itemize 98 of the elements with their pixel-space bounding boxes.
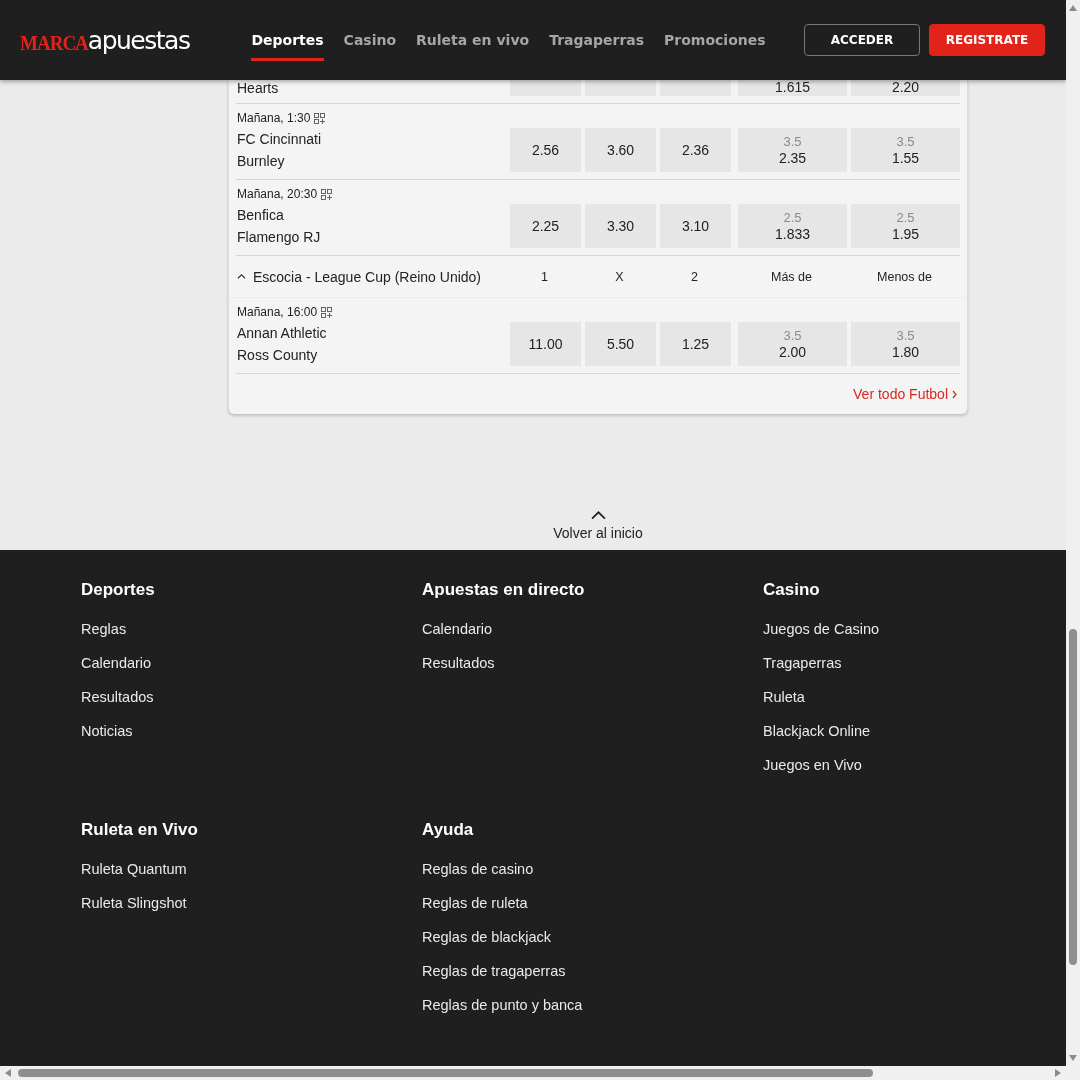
odds-button[interactable]: 2.56	[510, 128, 581, 172]
team-name: Benfica	[237, 206, 285, 225]
footer-link[interactable]: Blackjack Online	[763, 722, 1066, 756]
match-time: Mañana, 20:30	[237, 187, 318, 201]
odds-button[interactable]: 3.5 1.55	[851, 128, 960, 172]
see-all-link[interactable]: Ver todo Futbol	[853, 386, 957, 402]
scroll-thumb[interactable]	[18, 1069, 873, 1077]
scroll-left-icon[interactable]	[4, 1068, 12, 1078]
goal-line: 3.5	[783, 327, 802, 344]
odds-button[interactable]: 3.30	[585, 204, 656, 248]
grid-plus-icon	[314, 112, 326, 124]
column-header: Menos de	[876, 269, 933, 284]
odds-button[interactable]: 3.5 2.00	[738, 322, 847, 366]
goal-line: 3.5	[783, 133, 802, 150]
horizontal-scrollbar[interactable]	[0, 1066, 1066, 1080]
footer-heading: Ruleta en Vivo	[81, 820, 199, 841]
vertical-scrollbar[interactable]	[1066, 0, 1080, 1066]
scroll-right-icon[interactable]	[1054, 1068, 1062, 1078]
team-name: Ross County	[237, 346, 319, 365]
goal-line: 3.5	[896, 133, 915, 150]
footer-heading: Casino	[763, 580, 821, 601]
odds-price: 1.80	[891, 343, 920, 361]
scroll-down-icon[interactable]	[1068, 1054, 1078, 1062]
column-header: Más de	[770, 269, 813, 284]
column-header: 2	[690, 269, 699, 284]
footer-link[interactable]: Tragaperras	[763, 654, 1066, 688]
footer-link[interactable]: Reglas de blackjack	[422, 928, 763, 962]
nav-tab[interactable]: Deportes	[251, 0, 324, 61]
footer-link[interactable]: Reglas de casino	[422, 860, 763, 894]
column-header: X	[614, 269, 625, 284]
footer-link[interactable]: Juegos de Casino	[763, 620, 1066, 654]
odds-button[interactable]: 3.5 2.35	[738, 128, 847, 172]
odds-button[interactable]	[585, 80, 656, 96]
footer-link[interactable]: Calendario	[422, 620, 763, 654]
chevron-right-icon	[952, 389, 957, 399]
nav-tab[interactable]: Promociones	[664, 0, 766, 80]
odds-button[interactable]: 3.10	[660, 204, 731, 248]
odds-price: 2.20	[891, 79, 920, 96]
footer-link[interactable]: Juegos en Vivo	[763, 756, 1066, 790]
nav-tab[interactable]: Ruleta en vivo	[416, 0, 530, 80]
odds-button[interactable]: 1.615	[738, 80, 847, 96]
footer-link[interactable]: Resultados	[81, 688, 422, 722]
goal-line: 2.5	[783, 209, 802, 226]
login-button[interactable]: ACCEDER	[804, 24, 920, 56]
footer-link[interactable]: Calendario	[81, 654, 422, 688]
odds-button[interactable]	[660, 80, 731, 96]
scroll-up-icon[interactable]	[1068, 4, 1078, 12]
team-name: Hearts	[237, 80, 280, 96]
odds-price: 2.35	[778, 149, 807, 167]
league-title: Escocia - League Cup (Reino Unido)	[253, 268, 481, 285]
footer-link[interactable]: Ruleta Quantum	[81, 860, 422, 894]
team-name: Annan Athletic	[237, 324, 328, 343]
league-toggle[interactable]: Escocia - League Cup (Reino Unido)	[237, 268, 509, 285]
team-name: Flamengo RJ	[237, 228, 322, 247]
odds-price: 1.55	[891, 149, 920, 167]
odds-price: 1.833	[774, 225, 810, 243]
team-name: Burnley	[237, 152, 286, 171]
footer-link[interactable]: Resultados	[422, 654, 763, 688]
footer-heading: Ayuda	[422, 820, 475, 841]
grid-plus-icon	[321, 188, 333, 200]
goal-line: 3.5	[896, 327, 915, 344]
goal-line: 2.5	[896, 209, 915, 226]
odds-button[interactable]: 3.5 1.80	[851, 322, 960, 366]
footer-link[interactable]: Ruleta	[763, 688, 1066, 722]
nav-tab[interactable]: Casino	[343, 0, 397, 80]
match-time: Mañana, 16:00	[237, 305, 318, 319]
odds-button[interactable]: 1.25	[660, 322, 731, 366]
footer-heading: Apuestas en directo	[422, 580, 586, 601]
register-button[interactable]: REGISTRATE	[929, 24, 1045, 56]
caret-icon	[237, 273, 246, 280]
back-to-top-link[interactable]: Volver al inicio	[553, 511, 643, 550]
odds-button[interactable]: 2.20	[851, 80, 960, 96]
odds-button[interactable]: 2.5 1.95	[851, 204, 960, 248]
odds-button[interactable]	[510, 80, 581, 96]
odds-button[interactable]: 3.60	[585, 128, 656, 172]
nav-tab[interactable]: Tragaperras	[549, 0, 645, 80]
odds-button[interactable]: 11.00	[510, 322, 581, 366]
footer-link[interactable]: Reglas de ruleta	[422, 894, 763, 928]
odds-button[interactable]: 2.5 1.833	[738, 204, 847, 248]
footer-link[interactable]: Reglas	[81, 620, 422, 654]
grid-plus-icon	[321, 306, 333, 318]
odds-price: 1.615	[774, 79, 810, 96]
odds-price: 2.00	[778, 343, 807, 361]
column-header: 1	[540, 269, 549, 284]
footer-link[interactable]: Noticias	[81, 722, 422, 756]
match-time: Mañana, 1:30	[237, 111, 311, 125]
odds-button[interactable]: 2.36	[660, 128, 731, 172]
footer-heading: Deportes	[81, 580, 156, 601]
odds-button[interactable]: 5.50	[585, 322, 656, 366]
chevron-up-icon	[590, 511, 606, 520]
odds-price: 1.95	[891, 225, 920, 243]
footer-link[interactable]: Reglas de tragaperras	[422, 962, 763, 996]
footer-link[interactable]: Ruleta Slingshot	[81, 894, 422, 928]
scroll-thumb[interactable]	[1069, 629, 1077, 965]
team-name: FC Cincinnati	[237, 130, 323, 149]
odds-button[interactable]: 2.25	[510, 204, 581, 248]
logo[interactable]: MARCAapuestas	[20, 25, 190, 55]
footer-link[interactable]: Reglas de punto y banca	[422, 996, 763, 1030]
